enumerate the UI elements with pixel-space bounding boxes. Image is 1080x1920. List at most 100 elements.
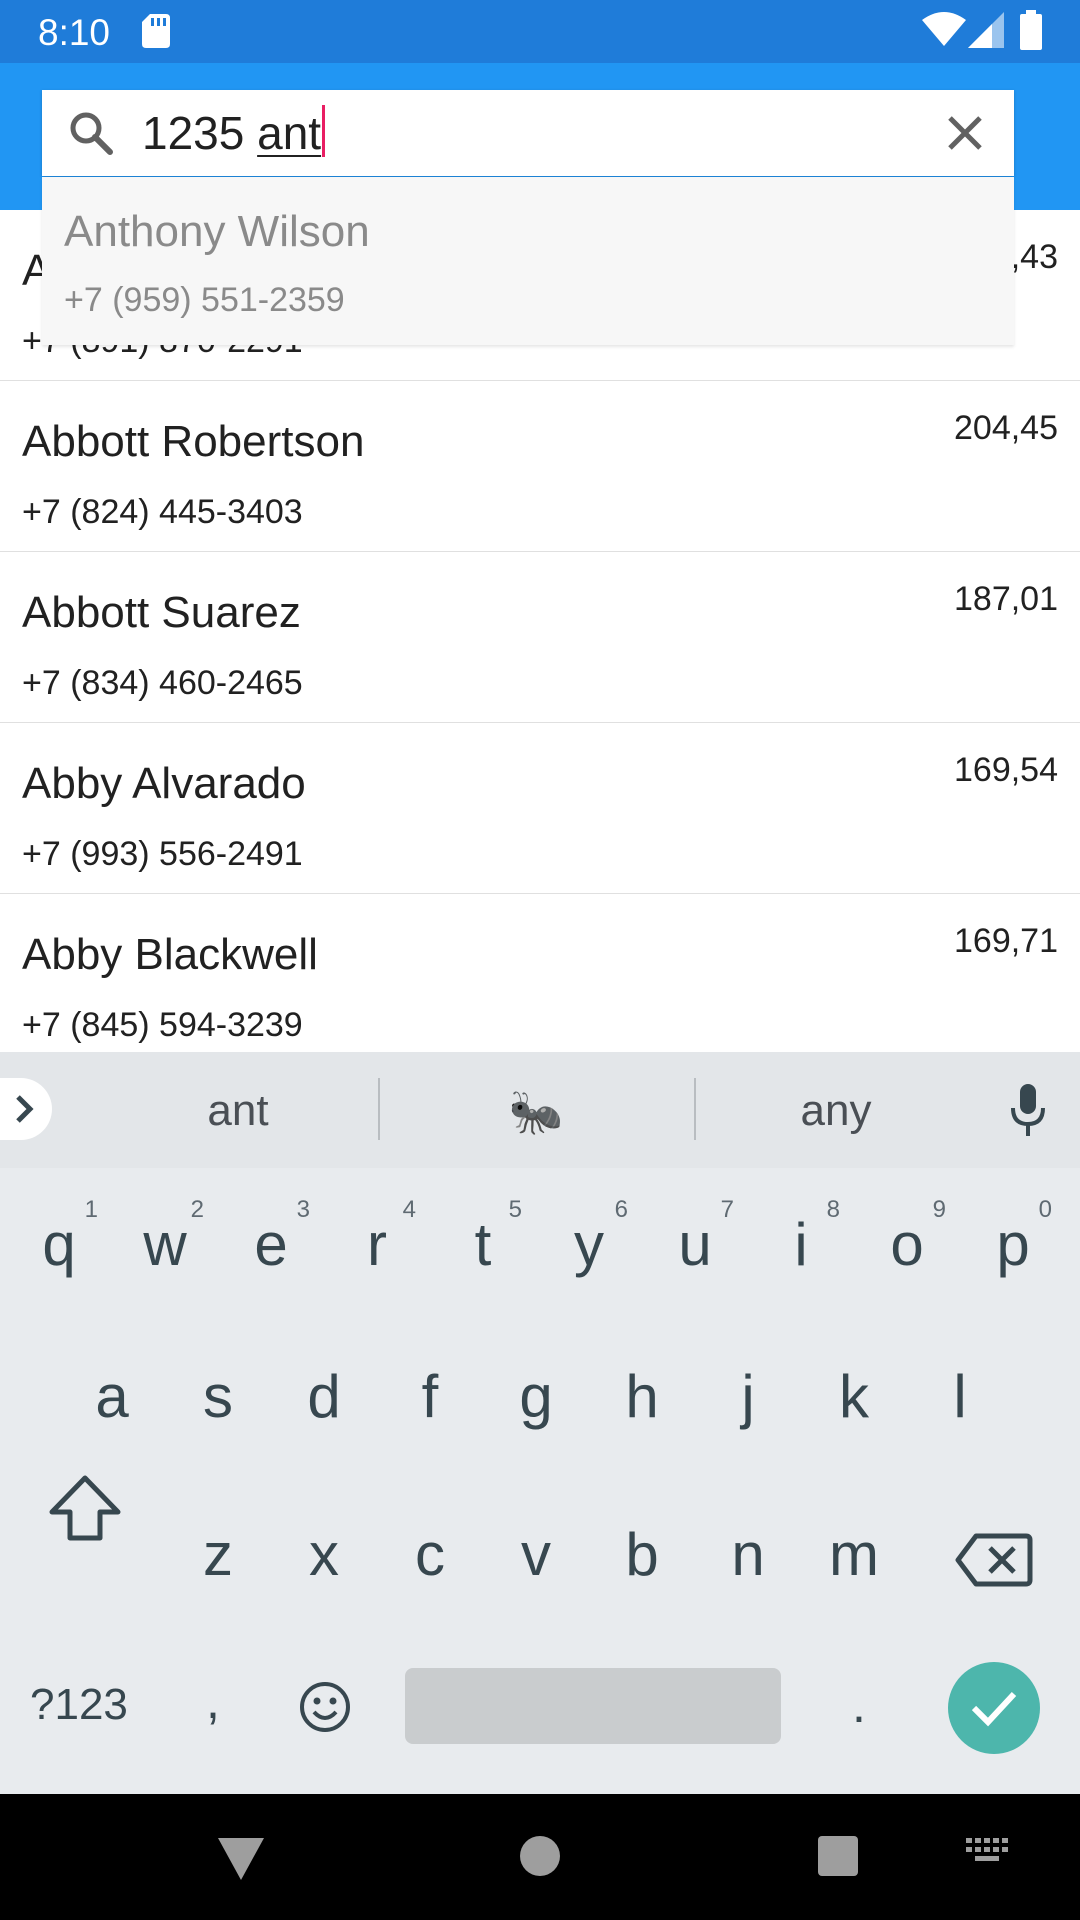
contact-name: Abbott Suarez	[22, 588, 301, 637]
key-label: k	[839, 1363, 869, 1430]
done-key[interactable]	[948, 1662, 1040, 1754]
key-l[interactable]: l	[907, 1332, 1013, 1462]
back-triangle-icon[interactable]	[218, 1838, 264, 1880]
key-hint: 2	[190, 1196, 204, 1223]
key-hint: 3	[296, 1196, 310, 1223]
key-label: f	[421, 1363, 439, 1430]
key-m[interactable]: m	[801, 1490, 907, 1620]
key-w[interactable]: 2w	[112, 1180, 218, 1310]
expand-strip-button[interactable]	[0, 1078, 52, 1140]
search-icon	[70, 112, 113, 155]
key-e[interactable]: 3e	[218, 1180, 324, 1310]
battery-icon	[1020, 10, 1042, 50]
search-suggestion[interactable]: Anthony Wilson +7 (959) 551-2359	[42, 177, 1014, 345]
microphone-icon[interactable]	[1010, 1084, 1046, 1136]
key-x[interactable]: x	[271, 1490, 377, 1620]
keyboard-suggestion-emoji[interactable]: 🐜	[436, 1086, 636, 1138]
key-c[interactable]: c	[377, 1490, 483, 1620]
emoji-icon[interactable]	[298, 1680, 352, 1734]
key-label: l	[953, 1363, 967, 1430]
key-h[interactable]: h	[589, 1332, 695, 1462]
key-label: h	[625, 1363, 659, 1430]
strip-divider	[378, 1078, 380, 1140]
key-label: v	[521, 1521, 551, 1588]
search-box[interactable]: 1235 ant	[42, 90, 1014, 176]
key-t[interactable]: 5t	[430, 1180, 536, 1310]
navigation-bar	[0, 1794, 1080, 1920]
key-n[interactable]: n	[695, 1490, 801, 1620]
recents-square-icon[interactable]	[818, 1836, 858, 1876]
key-hint: 8	[826, 1196, 840, 1223]
key-label: g	[519, 1363, 553, 1430]
key-p[interactable]: 0p	[960, 1180, 1066, 1310]
sd-card-icon	[142, 14, 170, 48]
signal-icon	[968, 12, 1004, 48]
symbols-key[interactable]: ?123	[30, 1680, 128, 1730]
key-d[interactable]: d	[271, 1332, 377, 1462]
key-label: d	[307, 1363, 341, 1430]
key-label: z	[203, 1521, 233, 1588]
search-input[interactable]: 1235 ant	[142, 102, 902, 164]
wifi-icon	[922, 12, 966, 46]
suggestion-phone: +7 (959) 551-2359	[64, 281, 345, 319]
key-label: b	[625, 1521, 659, 1588]
key-b[interactable]: b	[589, 1490, 695, 1620]
keyboard-suggestion-strip: ant 🐜 any	[0, 1052, 1080, 1168]
key-z[interactable]: z	[165, 1490, 271, 1620]
contact-phone: +7 (993) 556-2491	[22, 835, 303, 873]
period-key[interactable]: .	[852, 1676, 866, 1734]
key-i[interactable]: 8i	[748, 1180, 854, 1310]
checkmark-icon	[971, 1691, 1017, 1727]
key-hint: 5	[508, 1196, 522, 1223]
key-label: c	[415, 1521, 445, 1588]
key-o[interactable]: 9o	[854, 1180, 960, 1310]
home-circle-icon[interactable]	[520, 1836, 560, 1876]
contact-amount: ,43	[1010, 238, 1058, 276]
space-key[interactable]	[405, 1668, 781, 1744]
backspace-icon[interactable]	[954, 1530, 1034, 1590]
key-s[interactable]: s	[165, 1332, 271, 1462]
keyboard-suggestion[interactable]: any	[736, 1086, 936, 1136]
keyboard-icon[interactable]	[966, 1838, 1010, 1868]
contact-amount: 187,01	[954, 580, 1058, 618]
chevron-right-icon	[16, 1095, 34, 1123]
key-g[interactable]: g	[483, 1332, 589, 1462]
key-f[interactable]: f	[377, 1332, 483, 1462]
key-hint: 4	[402, 1196, 416, 1223]
key-v[interactable]: v	[483, 1490, 589, 1620]
search-typed-text: 1235	[142, 107, 258, 159]
contact-row[interactable]: Abby Alvarado +7 (993) 556-2491 169,54	[0, 723, 1080, 894]
contact-name: Abby Alvarado	[22, 759, 306, 808]
contact-amount: 169,54	[954, 751, 1058, 789]
keyboard-suggestion[interactable]: ant	[138, 1086, 338, 1136]
clear-icon[interactable]	[942, 110, 988, 156]
key-hint: 9	[932, 1196, 946, 1223]
key-label: x	[309, 1521, 339, 1588]
shift-icon[interactable]	[40, 1462, 130, 1552]
comma-key[interactable]: ,	[206, 1672, 220, 1730]
status-time: 8:10	[38, 12, 111, 53]
key-r[interactable]: 4r	[324, 1180, 430, 1310]
key-q[interactable]: 1q	[6, 1180, 112, 1310]
contact-row[interactable]: Abby Blackwell +7 (845) 594-3239 169,71	[0, 894, 1080, 1065]
key-a[interactable]: a	[59, 1332, 165, 1462]
contact-row[interactable]: Abbott Robertson +7 (824) 445-3403 204,4…	[0, 381, 1080, 552]
key-j[interactable]: j	[695, 1332, 801, 1462]
key-label: m	[829, 1521, 879, 1588]
key-hint: 7	[720, 1196, 734, 1223]
key-y[interactable]: 6y	[536, 1180, 642, 1310]
key-hint: 6	[614, 1196, 628, 1223]
key-hint: 1	[84, 1196, 98, 1223]
contact-phone: +7 (824) 445-3403	[22, 493, 303, 531]
contact-name: Abby Blackwell	[22, 930, 318, 979]
key-label: a	[95, 1363, 129, 1430]
key-k[interactable]: k	[801, 1332, 907, 1462]
status-bar: 8:10	[0, 0, 1080, 63]
key-u[interactable]: 7u	[642, 1180, 748, 1310]
search-composing-text: ant	[257, 107, 322, 159]
contact-amount: 169,71	[954, 922, 1058, 960]
suggestion-name: Anthony Wilson	[64, 207, 370, 256]
contact-name: Abbott Robertson	[22, 417, 365, 466]
key-label: j	[741, 1363, 755, 1430]
contact-row[interactable]: Abbott Suarez +7 (834) 460-2465 187,01	[0, 552, 1080, 723]
